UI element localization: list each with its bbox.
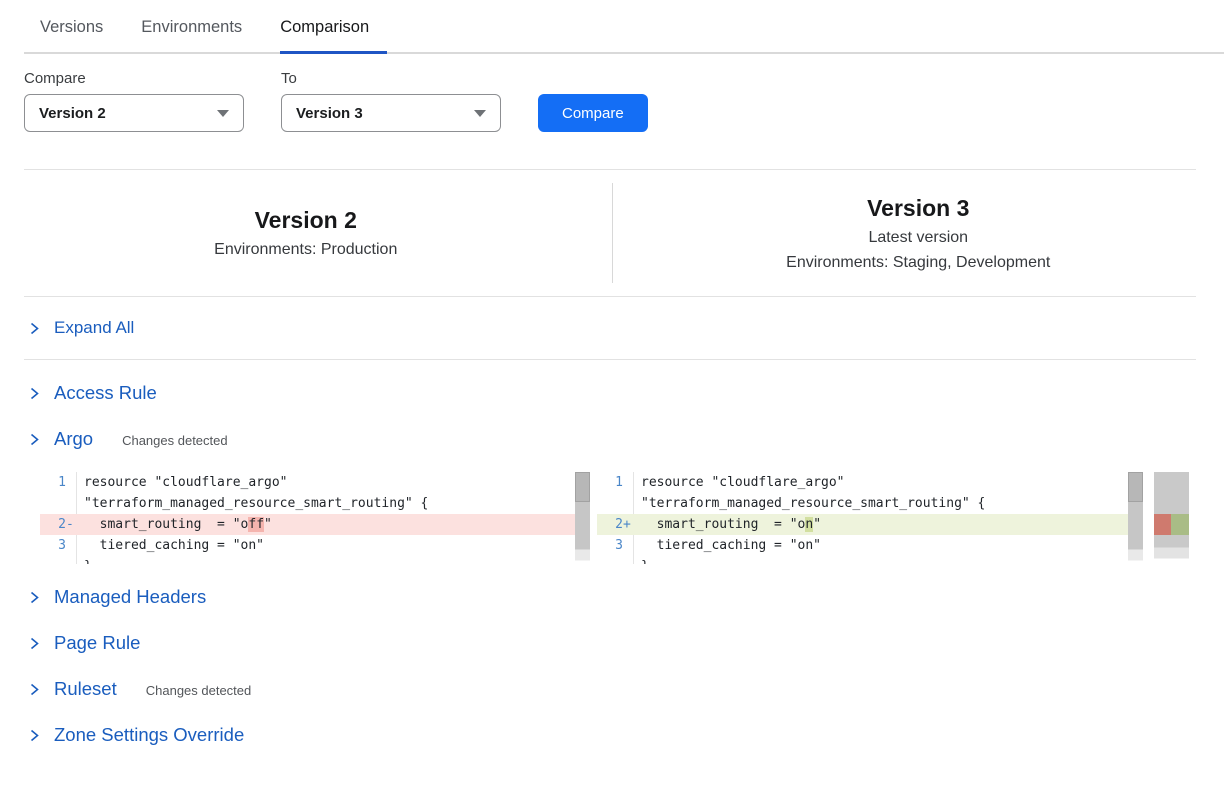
code-line-added: 2+ smart_routing = "on" bbox=[597, 514, 1128, 535]
tab-comparison[interactable]: Comparison bbox=[280, 18, 369, 52]
section-title: Page Rule bbox=[54, 632, 140, 654]
code-line: 3 tiered_caching = "on" bbox=[597, 535, 1128, 556]
chevron-right-icon bbox=[28, 321, 41, 336]
chevron-down-icon bbox=[217, 110, 229, 117]
code-text: "terraform_managed_resource_smart_routin… bbox=[76, 493, 575, 514]
minimap-added-marker bbox=[1171, 514, 1189, 535]
code-line: 1 resource "cloudflare_argo" bbox=[597, 472, 1128, 493]
scrollbar-thumb[interactable] bbox=[1128, 472, 1143, 502]
diff-pane-left: 1 resource "cloudflare_argo" "terraform_… bbox=[40, 472, 590, 564]
version-right-header: Version 3 Latest version Environments: S… bbox=[613, 170, 1224, 296]
line-number: 1 bbox=[40, 472, 66, 493]
expand-all-button[interactable]: Expand All bbox=[0, 297, 1224, 359]
chevron-right-icon bbox=[28, 682, 41, 697]
section-title: Managed Headers bbox=[54, 586, 206, 608]
argo-diff: 1 resource "cloudflare_argo" "terraform_… bbox=[40, 472, 1197, 564]
code-line-clipped: } bbox=[40, 556, 575, 564]
added-marker: + bbox=[623, 514, 633, 535]
code-text: tiered_caching = "on" bbox=[76, 535, 575, 556]
section-argo[interactable]: Argo Changes detected bbox=[0, 416, 1224, 462]
code-text: smart_routing = "on" bbox=[633, 514, 1128, 535]
section-access-rule[interactable]: Access Rule bbox=[0, 370, 1224, 416]
code-line-removed: 2- smart_routing = "off" bbox=[40, 514, 575, 535]
line-number: 1 bbox=[597, 472, 623, 493]
expand-all-label: Expand All bbox=[54, 318, 134, 338]
section-title: Zone Settings Override bbox=[54, 724, 244, 746]
code-line-wrap: "terraform_managed_resource_smart_routin… bbox=[40, 493, 575, 514]
code-line: 3 tiered_caching = "on" bbox=[40, 535, 575, 556]
compare-to-value: Version 3 bbox=[296, 105, 363, 122]
tab-bar: Versions Environments Comparison bbox=[24, 0, 1224, 54]
section-status: Changes detected bbox=[146, 683, 252, 698]
version-headers: Version 2 Environments: Production Versi… bbox=[0, 170, 1224, 296]
section-zone-settings-override[interactable]: Zone Settings Override bbox=[0, 712, 1224, 758]
version-left-environments: Environments: Production bbox=[214, 241, 397, 259]
version-left-title: Version 2 bbox=[255, 207, 357, 234]
compare-button[interactable]: Compare bbox=[538, 94, 648, 132]
diff-left-code: 1 resource "cloudflare_argo" "terraform_… bbox=[40, 472, 575, 564]
compare-controls: Compare Version 2 To Version 3 Compare bbox=[24, 70, 1224, 132]
section-ruleset[interactable]: Ruleset Changes detected bbox=[0, 666, 1224, 712]
diff-right-code: 1 resource "cloudflare_argo" "terraform_… bbox=[597, 472, 1128, 564]
code-text: resource "cloudflare_argo" bbox=[633, 472, 1128, 493]
code-line-wrap: "terraform_managed_resource_smart_routin… bbox=[597, 493, 1128, 514]
chevron-right-icon bbox=[28, 386, 41, 401]
compare-to-label: To bbox=[281, 70, 501, 87]
chevron-right-icon bbox=[28, 636, 41, 651]
scrollbar[interactable] bbox=[575, 472, 590, 564]
section-title: Access Rule bbox=[54, 382, 157, 404]
section-page-rule[interactable]: Page Rule bbox=[0, 620, 1224, 666]
line-number: 3 bbox=[40, 535, 66, 556]
diff-minimap[interactable] bbox=[1154, 472, 1189, 564]
version-right-title: Version 3 bbox=[867, 195, 969, 222]
section-title: Argo bbox=[54, 428, 93, 450]
code-text: smart_routing = "off" bbox=[76, 514, 575, 535]
tab-environments[interactable]: Environments bbox=[141, 18, 242, 52]
compare-from-label: Compare bbox=[24, 70, 244, 87]
section-status: Changes detected bbox=[122, 433, 228, 448]
chevron-right-icon bbox=[28, 590, 41, 605]
section-managed-headers[interactable]: Managed Headers bbox=[0, 574, 1224, 620]
line-number: 2 bbox=[40, 514, 66, 535]
compare-from-value: Version 2 bbox=[39, 105, 106, 122]
code-line-clipped: } bbox=[597, 556, 1128, 564]
removed-marker: - bbox=[66, 514, 76, 535]
section-title: Ruleset bbox=[54, 678, 117, 700]
code-text: } bbox=[633, 556, 1128, 564]
version-right-badge: Latest version bbox=[868, 229, 968, 247]
code-text: tiered_caching = "on" bbox=[633, 535, 1128, 556]
tab-versions[interactable]: Versions bbox=[40, 18, 103, 52]
minimap-removed-marker bbox=[1154, 514, 1171, 535]
code-text: resource "cloudflare_argo" bbox=[76, 472, 575, 493]
chevron-down-icon bbox=[474, 110, 486, 117]
scrollbar-thumb[interactable] bbox=[575, 472, 590, 502]
version-left-header: Version 2 Environments: Production bbox=[0, 170, 612, 296]
code-text: "terraform_managed_resource_smart_routin… bbox=[633, 493, 1128, 514]
code-text: } bbox=[76, 556, 575, 564]
removed-word: ff bbox=[248, 517, 264, 532]
chevron-right-icon bbox=[28, 432, 41, 447]
code-line: 1 resource "cloudflare_argo" bbox=[40, 472, 575, 493]
diff-pane-right: 1 resource "cloudflare_argo" "terraform_… bbox=[597, 472, 1143, 564]
version-right-environments: Environments: Staging, Development bbox=[786, 254, 1050, 272]
line-number: 3 bbox=[597, 535, 623, 556]
line-number: 2 bbox=[597, 514, 623, 535]
section-list: Access Rule Argo Changes detected 1 reso… bbox=[0, 360, 1224, 758]
scrollbar[interactable] bbox=[1128, 472, 1143, 564]
chevron-right-icon bbox=[28, 728, 41, 743]
compare-to-select[interactable]: Version 3 bbox=[281, 94, 501, 132]
compare-from-select[interactable]: Version 2 bbox=[24, 94, 244, 132]
